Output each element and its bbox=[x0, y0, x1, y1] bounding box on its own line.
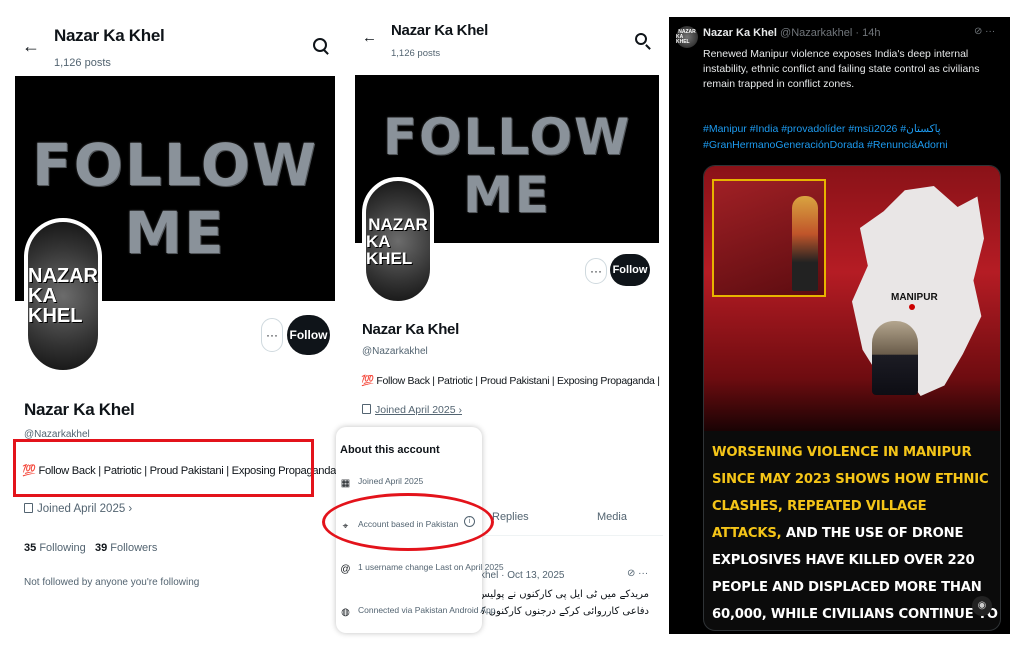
avatar-text-line1: NAZAR bbox=[368, 214, 428, 234]
avatar-text-line2: KA KHEL bbox=[676, 33, 690, 45]
author-name: Nazar Ka Khel bbox=[703, 27, 777, 39]
map-marker-icon bbox=[909, 304, 915, 310]
map-label: MANIPUR bbox=[891, 292, 938, 303]
joined-text: Joined April 2025 › bbox=[375, 404, 462, 416]
popup-row-connected: ◍ Connected via Pakistan Android App bbox=[340, 605, 496, 618]
following-label[interactable]: Following bbox=[39, 542, 85, 554]
header-post-count: 1,126 posts bbox=[54, 57, 111, 69]
following-count[interactable]: 35 bbox=[24, 542, 36, 554]
globe-icon: ◍ bbox=[341, 607, 350, 618]
header-title: Nazar Ka Khel bbox=[54, 26, 165, 45]
tab-media[interactable]: Media bbox=[597, 511, 627, 523]
followers-label[interactable]: Followers bbox=[110, 542, 157, 554]
profile-handle: @Nazarkakhel bbox=[362, 346, 428, 357]
tweet-more-icon[interactable]: ⊘ ··· bbox=[974, 26, 995, 37]
media-caption: WORSENING VIOLENCE IN MANIPUR SINCE MAY … bbox=[712, 439, 1000, 630]
profile-bio: 💯 Follow Back | Patriotic | Proud Pakist… bbox=[361, 375, 663, 387]
tweet-text: Renewed Manipur violence exposes India's… bbox=[703, 48, 980, 90]
calendar-icon bbox=[24, 503, 33, 513]
tab-replies[interactable]: Replies bbox=[492, 511, 529, 523]
more-options-button[interactable]: ··· bbox=[261, 318, 283, 352]
header-title: Nazar Ka Khel bbox=[391, 22, 488, 39]
tweet-author[interactable]: Nazar Ka Khel @Nazarkakhel · 14h bbox=[703, 27, 880, 39]
search-icon[interactable] bbox=[635, 33, 647, 45]
popup-row-joined: ▦ Joined April 2025 bbox=[340, 476, 423, 489]
protester-figure bbox=[792, 196, 818, 291]
popup-row-username: @1 username change Last on April 2025 bbox=[340, 562, 504, 575]
avatar[interactable]: NAZAR KA KHEL bbox=[362, 177, 434, 305]
tweet-more-icon[interactable]: ⊘ ··· bbox=[627, 568, 648, 579]
popup-row-text: 1 username change Last on April 2025 bbox=[358, 562, 504, 572]
profile-panel-1: ← Nazar Ka Khel 1,126 posts FOLLOW ME NA… bbox=[0, 0, 345, 651]
profile-name: Nazar Ka Khel bbox=[362, 321, 459, 338]
tweet-panel: NAZAR KA KHEL Nazar Ka Khel @Nazarkakhel… bbox=[669, 17, 1010, 634]
header-post-count: 1,126 posts bbox=[391, 48, 441, 59]
popup-row-text: Connected via Pakistan Android App bbox=[358, 605, 496, 615]
follow-button[interactable]: Follow bbox=[610, 254, 650, 286]
joined-date[interactable]: Joined April 2025 › bbox=[362, 404, 462, 416]
avatar-text-line2: KA KHEL bbox=[366, 231, 413, 268]
highlight-box bbox=[13, 439, 314, 497]
calendar-icon bbox=[362, 404, 371, 414]
caption-white: AND THE USE OF DRONE EXPLOSIVES HAVE KIL… bbox=[712, 526, 998, 622]
popup-title: About this account bbox=[340, 444, 440, 456]
arrow-left-icon[interactable]: ← bbox=[362, 29, 377, 46]
arrow-left-icon[interactable]: ← bbox=[22, 36, 40, 57]
popup-row-text: Joined April 2025 bbox=[358, 476, 424, 486]
joined-date[interactable]: Joined April 2025 › bbox=[24, 503, 132, 515]
avatar-text-line2: KA KHEL bbox=[28, 285, 83, 327]
tweet-media[interactable]: MANIPUR WORSENING VIOLENCE IN MANIPUR SI… bbox=[703, 165, 1001, 631]
politician-figure bbox=[872, 321, 918, 395]
highlight-oval bbox=[322, 493, 494, 551]
author-meta: @Nazarkakhel · 14h bbox=[780, 27, 881, 39]
tweet-hashtags[interactable]: #Manipur #India #provadolíder #msü2026 #… bbox=[703, 121, 1003, 153]
avatar-text-line1: NAZAR bbox=[28, 265, 98, 287]
at-sign-icon: @ bbox=[340, 564, 351, 575]
tab-divider bbox=[480, 535, 663, 536]
calendar-icon: ▦ bbox=[340, 478, 351, 489]
search-icon[interactable] bbox=[313, 38, 327, 52]
not-followed-notice: Not followed by anyone you're following bbox=[24, 577, 200, 588]
more-options-button[interactable]: ··· bbox=[585, 258, 607, 284]
grok-icon[interactable]: ◉ bbox=[972, 596, 992, 616]
follow-stats: 35 Following 39 Followers bbox=[24, 542, 157, 554]
followers-count[interactable]: 39 bbox=[95, 542, 107, 554]
avatar[interactable]: NAZAR KA KHEL bbox=[24, 218, 102, 374]
follow-button[interactable]: Follow bbox=[287, 315, 330, 355]
joined-text: Joined April 2025 › bbox=[37, 503, 133, 515]
profile-name: Nazar Ka Khel bbox=[24, 400, 135, 419]
avatar[interactable]: NAZAR KA KHEL bbox=[676, 26, 698, 48]
